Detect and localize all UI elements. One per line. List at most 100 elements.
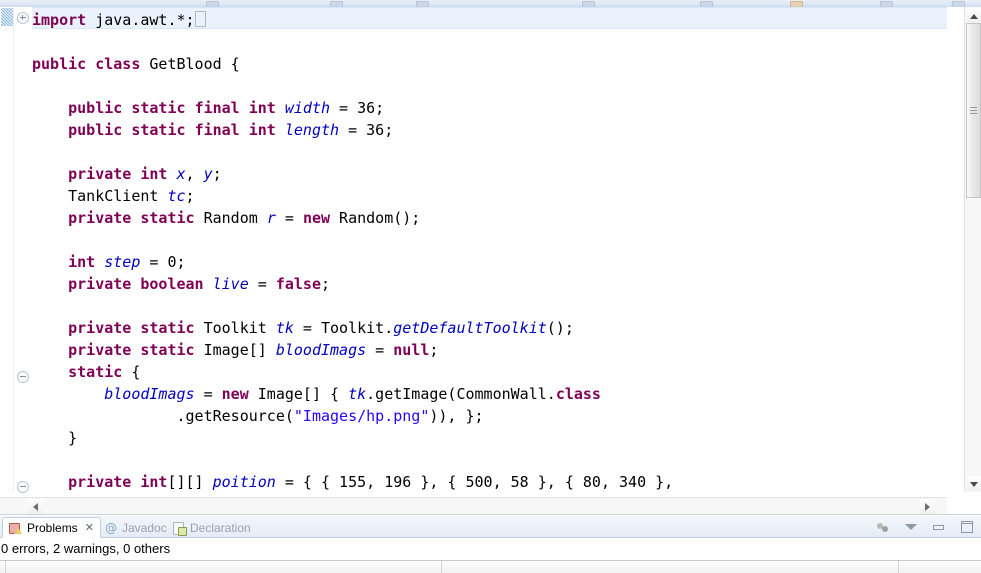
problems-summary: 0 errors, 2 warnings, 0 others — [1, 541, 171, 556]
code-token: = — [248, 275, 276, 293]
minimize-icon[interactable] — [931, 519, 947, 535]
code-token: private — [68, 275, 132, 293]
javadoc-icon: @ — [105, 520, 117, 535]
problems-column-resource[interactable] — [442, 561, 899, 573]
java-editor[interactable]: import java.awt.*; public class GetBlood… — [0, 7, 981, 515]
tab-close-icon[interactable]: ✕ — [85, 521, 94, 534]
code-text[interactable]: import java.awt.*; public class GetBlood… — [32, 7, 947, 492]
code-line: public class GetBlood { — [32, 53, 947, 75]
code-token: , — [185, 165, 204, 183]
tab-javadoc[interactable]: @ Javadoc — [98, 517, 173, 538]
code-token: ; — [185, 187, 195, 205]
code-token: poition — [212, 473, 276, 491]
code-token: tk — [275, 319, 294, 337]
code-token: static — [131, 99, 186, 117]
code-token: bloodImags — [275, 341, 367, 359]
folding-ruler[interactable] — [14, 7, 32, 493]
code-token: import — [32, 11, 87, 29]
code-token: final — [194, 121, 240, 139]
code-line: private static Image[] bloodImags = null… — [32, 339, 947, 361]
code-token: { — [122, 363, 141, 381]
code-token: } — [32, 429, 78, 447]
fold-collapse-icon[interactable] — [17, 481, 29, 493]
code-token: class — [95, 55, 141, 73]
code-token: )), }; — [429, 407, 484, 425]
view-menu-icon[interactable] — [903, 519, 919, 535]
code-token: = 36; — [339, 121, 394, 139]
code-token: = — [194, 385, 222, 403]
code-token: private — [68, 209, 132, 227]
problems-view: Problems ✕ @ Javadoc Declaration 0 error… — [0, 516, 981, 573]
code-token: Image[] — [194, 341, 276, 359]
code-line: } — [32, 427, 947, 449]
code-token: x — [176, 165, 186, 183]
vertical-scroll-thumb[interactable] — [966, 23, 981, 198]
code-token: static — [68, 363, 123, 381]
code-token: .getResource( — [32, 407, 294, 425]
tab-declaration-label: Declaration — [190, 520, 251, 535]
code-line: .getResource("Images/hp.png")), }; — [32, 405, 947, 427]
code-token: static — [131, 121, 186, 139]
problems-column-description[interactable] — [6, 561, 442, 573]
code-token: private — [68, 341, 132, 359]
code-token: Image[] { — [248, 385, 349, 403]
code-token: public — [68, 99, 123, 117]
fold-collapse-icon[interactable] — [17, 371, 29, 383]
editor-vertical-scrollbar[interactable] — [964, 7, 981, 492]
code-line: private static Toolkit tk = Toolkit.getD… — [32, 317, 947, 339]
scroll-right-arrow-icon[interactable] — [920, 499, 935, 514]
view-tabbar: Problems ✕ @ Javadoc Declaration — [0, 516, 981, 538]
annotation-ruler[interactable] — [0, 7, 14, 492]
tab-problems[interactable]: Problems ✕ — [2, 517, 101, 538]
code-token: ; — [212, 165, 222, 183]
editor-horizontal-scrollbar[interactable] — [0, 497, 947, 514]
code-token: tk — [348, 385, 367, 403]
fold-expand-icon[interactable] — [17, 12, 29, 24]
code-token: = Toolkit. — [293, 319, 394, 337]
code-token: ; — [429, 341, 439, 359]
code-line: TankClient tc; — [32, 185, 947, 207]
code-line: private int[][] poition = { { 155, 196 }… — [32, 471, 947, 492]
code-token: int — [140, 473, 168, 491]
code-token: false — [275, 275, 321, 293]
code-token: getDefaultToolkit — [393, 319, 547, 337]
scroll-left-arrow-icon[interactable] — [28, 499, 43, 514]
code-token: y — [203, 165, 213, 183]
scroll-up-arrow-icon[interactable] — [966, 8, 981, 23]
tab-declaration[interactable]: Declaration — [166, 517, 257, 538]
scroll-down-arrow-icon[interactable] — [966, 476, 981, 491]
code-line: import java.awt.*; — [32, 9, 947, 31]
code-token: = — [366, 341, 394, 359]
maximize-icon[interactable] — [959, 519, 975, 535]
code-token: null — [393, 341, 430, 359]
problems-table-header[interactable] — [0, 560, 981, 573]
code-line: private int x, y; — [32, 163, 947, 185]
code-token: public — [68, 121, 123, 139]
code-token: final — [194, 99, 240, 117]
code-token: = 0; — [140, 253, 186, 271]
code-token: Toolkit — [194, 319, 276, 337]
code-token: java.awt.*; — [86, 11, 195, 29]
code-token: GetBlood { — [140, 55, 240, 73]
code-token: ; — [321, 275, 331, 293]
declaration-icon — [172, 521, 187, 536]
filter-icon[interactable] — [875, 519, 891, 535]
caret-box-icon — [194, 11, 206, 27]
